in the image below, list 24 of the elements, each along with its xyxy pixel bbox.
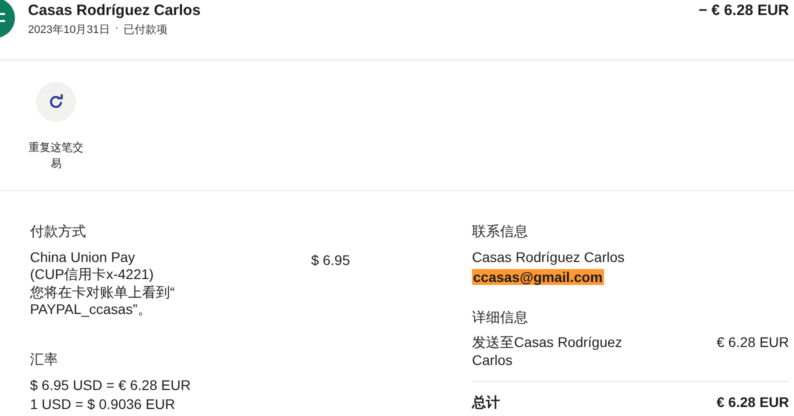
detail-label: 发送至Casas Rodríguez Carlos [472,334,624,369]
section-heading: 详细信息 [472,308,529,326]
exchange-rate: 1 USD = $ 0.9036 EUR [30,395,176,414]
section-heading: 汇率 [30,350,59,368]
repeat-button[interactable] [36,82,76,122]
separator-dot: · [114,22,119,36]
transaction-amount: − € 6.28 EUR [698,1,789,20]
section-heading: 付款方式 [30,223,87,240]
exchange-rate: $ 6.95 USD = € 6.28 EUR [30,376,192,395]
payment-method: China Union Pay (CUP信用卡x-4221) [30,248,155,284]
contact-name: Casas Rodríguez Carlos [472,248,626,266]
statement-note: 您将在卡对账单上看到“PAYPAL_ccasas”。 [30,284,176,318]
payment-amount: $ 6.95 [311,250,350,270]
detail-amount: € 6.28 EUR [716,334,789,352]
contact-email: ccasas@gmail.com [472,269,604,285]
payment-status: 已付款项 [124,23,168,37]
transaction-date: 2023年10月31日 [28,23,110,37]
section-heading: 联系信息 [472,223,529,240]
avatar-icon [0,0,15,38]
refresh-icon [47,93,65,111]
total-amount: € 6.28 EUR [716,394,789,412]
action-label[interactable]: 重复这笔交易 [24,140,88,172]
payee-name: Casas Rodríguez Carlos [28,2,202,20]
total-label: 总计 [472,394,500,412]
